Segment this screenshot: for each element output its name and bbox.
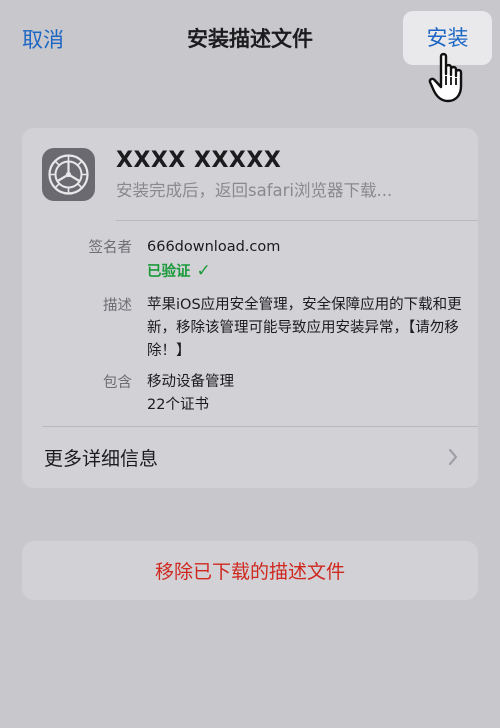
profile-name: XXXX XXXXX <box>116 148 282 173</box>
checkmark-icon: ✓ <box>196 261 211 281</box>
verified-status: 已验证 <box>147 264 191 280</box>
description-value: 苹果iOS应用安全管理，安全保障应用的下载和更新，移除该管理可能导致应用安装异常… <box>147 297 462 359</box>
contains-count: 22个证书 <box>147 397 209 413</box>
hand-pointer-icon <box>428 52 463 103</box>
gear-icon <box>42 148 95 201</box>
more-details-row[interactable]: 更多详细信息 <box>22 427 478 488</box>
remove-profile-button[interactable]: 移除已下载的描述文件 <box>22 541 478 600</box>
chevron-right-icon <box>448 448 458 466</box>
contains-value: 移动设备管理 <box>147 374 234 390</box>
description-label: 描述 <box>103 298 132 314</box>
divider <box>116 220 478 221</box>
remove-profile-label: 移除已下载的描述文件 <box>154 561 345 583</box>
install-profile-screen: 取消 安装描述文件 安装 XXXX XXXXX 安装完成后，返回safari浏览… <box>0 0 500 728</box>
profile-subtitle: 安装完成后，返回safari浏览器下载... <box>116 181 393 200</box>
more-details-label: 更多详细信息 <box>44 448 159 470</box>
contains-label: 包含 <box>103 375 132 391</box>
profile-card: XXXX XXXXX 安装完成后，返回safari浏览器下载... 签名者 66… <box>22 128 478 488</box>
signer-label: 签名者 <box>88 240 133 256</box>
nav-bar: 取消 安装描述文件 安装 <box>0 0 500 103</box>
signer-value: 666download.com <box>147 239 281 255</box>
